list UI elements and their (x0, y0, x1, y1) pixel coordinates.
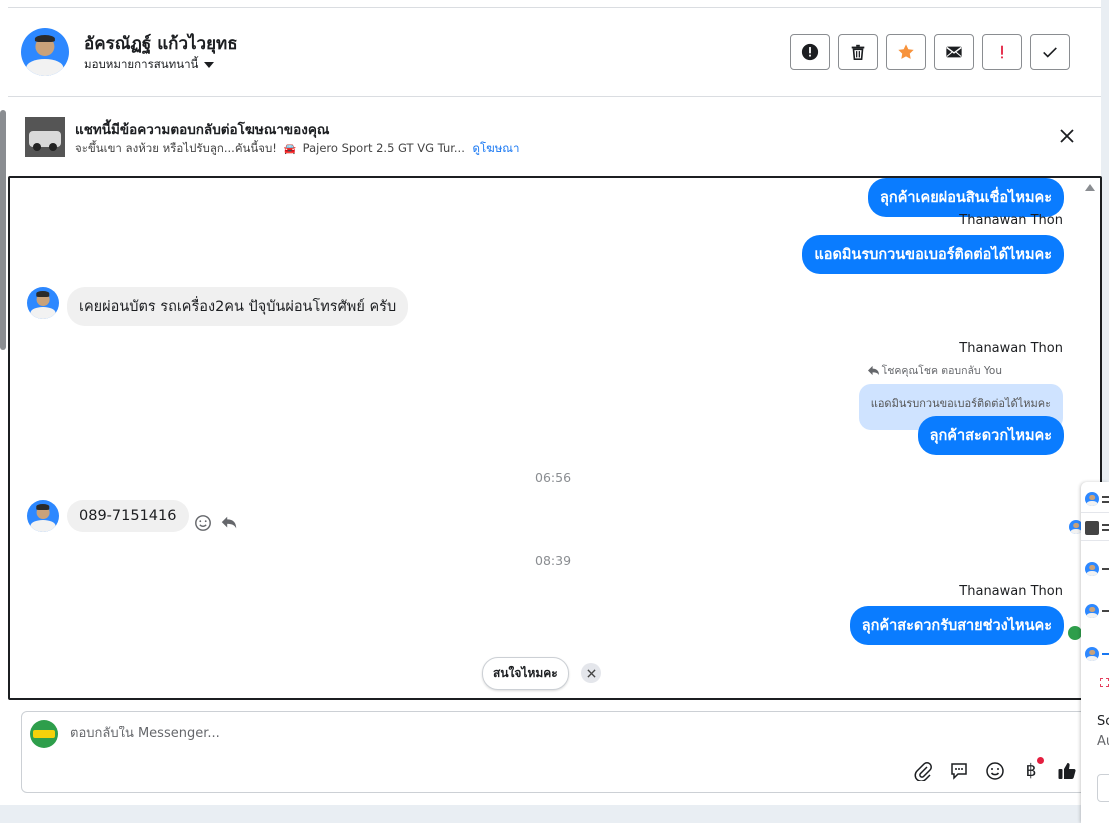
incoming-message[interactable]: เคยผ่อนบัตร รถเครื่อง2คน ปัจุบันผ่อนโทรศ… (67, 287, 409, 326)
mark-unread-button[interactable] (934, 34, 974, 70)
message-thread[interactable]: ลุกค้าเคยผ่อนสินเชื่อไหมคะ Thanawan Thon… (8, 176, 1102, 700)
dismiss-suggestion-button[interactable] (581, 663, 601, 683)
envelope-icon (946, 46, 962, 58)
checkmark-icon (1043, 47, 1057, 58)
ad-banner-description: จะขึ้นเขา ลงห้วย หรือไปรับลูก...คันนี้จบ… (75, 140, 519, 158)
panel-subtext: Au (1097, 734, 1109, 749)
contact-name[interactable]: อัครณัฏฐ์ แก้วไวยุทธ (84, 30, 238, 57)
assign-label: มอบหมายการสนทนานี้ (84, 57, 199, 71)
page-avatar (30, 720, 58, 748)
conversation-avatar[interactable] (1085, 647, 1099, 661)
chat-bubble-icon (951, 763, 967, 780)
emoji-button[interactable] (984, 760, 1006, 782)
conversation-avatar[interactable] (1085, 492, 1099, 506)
contact-avatar-small[interactable] (27, 500, 59, 532)
ad-description-text: จะขึ้นเขา ลงห้วย หรือไปรับลูก...คันนี้จบ… (75, 141, 277, 155)
view-ad-link[interactable]: ดูโฆษณา (473, 141, 520, 155)
reply-arrow-icon (867, 365, 879, 376)
contact-avatar-small[interactable] (27, 287, 59, 319)
left-scrollbar[interactable] (0, 110, 6, 350)
message-composer: ฿ (21, 711, 1101, 793)
incoming-message[interactable]: 089-7151416 (67, 500, 189, 532)
suggested-reply-chip[interactable]: สนใจไหมคะ (482, 657, 569, 690)
message-hover-tools (194, 514, 238, 532)
done-button[interactable] (1030, 34, 1070, 70)
assign-conversation-dropdown[interactable]: มอบหมายการสนทนานี้ (84, 56, 215, 74)
outgoing-message[interactable]: แอดมินรบกวนขอเบอร์ติดต่อได้ไหมคะ (802, 235, 1064, 274)
inbox-app: อัครณัฏฐ์ แก้วไวยุทธ มอบหมายการสนทนานี้ (0, 0, 1102, 805)
conversation-thumbnail[interactable] (1085, 521, 1099, 535)
star-icon (898, 44, 914, 59)
star-button[interactable] (886, 34, 926, 70)
conversation-header: อัครณัฏฐ์ แก้วไวยุทธ มอบหมายการสนทนานี้ (8, 8, 1101, 97)
reply-note: โชคคุณโชค ตอบกลับ You (867, 362, 1002, 379)
conversation-list-panel: Sc Au (1081, 482, 1109, 823)
like-button[interactable] (1056, 760, 1078, 782)
close-icon[interactable] (1058, 127, 1076, 145)
sender-name: Thanawan Thon (959, 213, 1063, 228)
panel-text: Sc (1097, 714, 1109, 729)
sender-name: Thanawan Thon (959, 341, 1063, 356)
ad-thumbnail[interactable] (25, 117, 65, 157)
reply-icon[interactable] (220, 514, 238, 532)
scroll-up-arrow-icon[interactable] (1085, 184, 1095, 191)
caret-down-icon (204, 62, 215, 68)
alert-circle-icon (801, 43, 819, 61)
panel-button[interactable] (1097, 774, 1109, 802)
contact-avatar[interactable] (21, 28, 69, 76)
notification-icon (1100, 678, 1109, 687)
paperclip-icon (914, 762, 932, 781)
car-icon: 🚘 (283, 144, 297, 155)
payment-button[interactable]: ฿ (1020, 757, 1044, 782)
ad-banner-title: แชทนี้มีข้อความตอบกลับต่อโฆษณาของคุณ (75, 122, 330, 138)
outgoing-message[interactable]: ลุกค้าสะดวกไหมคะ (917, 416, 1064, 455)
conversation-avatar[interactable] (1085, 604, 1099, 618)
important-button[interactable] (982, 34, 1022, 70)
notification-dot (1037, 757, 1044, 764)
saved-replies-button[interactable] (948, 760, 970, 782)
timestamp-separator: 08:39 (535, 553, 572, 568)
trash-icon (851, 44, 865, 61)
ad-reply-banner: แชทนี้มีข้อความตอบกลับต่อโฆษณาของคุณ จะข… (8, 97, 1101, 173)
composer-toolbar: ฿ (912, 757, 1078, 782)
timestamp-separator: 06:56 (535, 470, 572, 485)
conversation-avatar[interactable] (1085, 562, 1099, 576)
outgoing-message[interactable]: ลุกค้าสะดวกรับสายช่วงไหนคะ (849, 606, 1064, 645)
smiley-icon (986, 762, 1004, 780)
ad-product-text: Pajero Sport 2.5 GT VG Tur... (302, 141, 465, 155)
react-emoji-icon[interactable] (194, 514, 212, 532)
thumbs-up-icon (1058, 763, 1076, 779)
attach-button[interactable] (912, 760, 934, 782)
reply-input[interactable] (70, 726, 870, 741)
delete-button[interactable] (838, 34, 878, 70)
outgoing-message[interactable]: ลุกค้าเคยผ่อนสินเชื่อไหมคะ (868, 178, 1064, 217)
baht-icon: ฿ (1025, 761, 1037, 781)
close-icon (586, 668, 596, 678)
exclamation-icon (1001, 45, 1003, 59)
reply-note-text: โชคคุณโชค ตอบกลับ You (881, 365, 1002, 377)
sender-name: Thanawan Thon (959, 584, 1063, 599)
page-seen-avatar (1068, 626, 1082, 640)
report-button[interactable] (790, 34, 830, 70)
conversation-actions (790, 34, 1070, 70)
